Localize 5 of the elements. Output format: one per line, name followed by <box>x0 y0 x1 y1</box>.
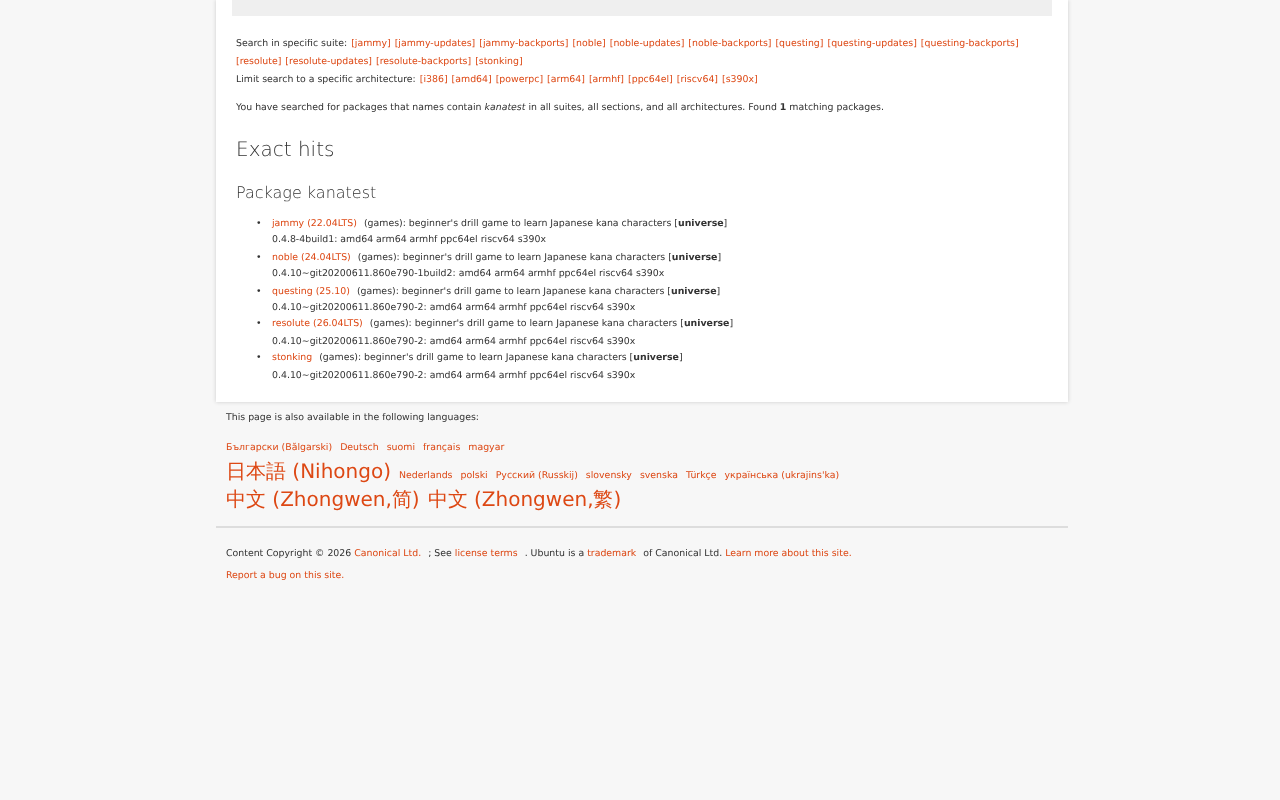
language-link[interactable]: 日本語 (Nihongo) <box>226 462 391 485</box>
package-heading: Package kanatest <box>236 182 379 206</box>
language-link[interactable]: 中文 (Zhongwen,繁) <box>427 490 622 513</box>
section-heading: Exact hits <box>236 138 337 166</box>
language-link[interactable]: 中文 (Zhongwen,简) <box>226 490 420 513</box>
